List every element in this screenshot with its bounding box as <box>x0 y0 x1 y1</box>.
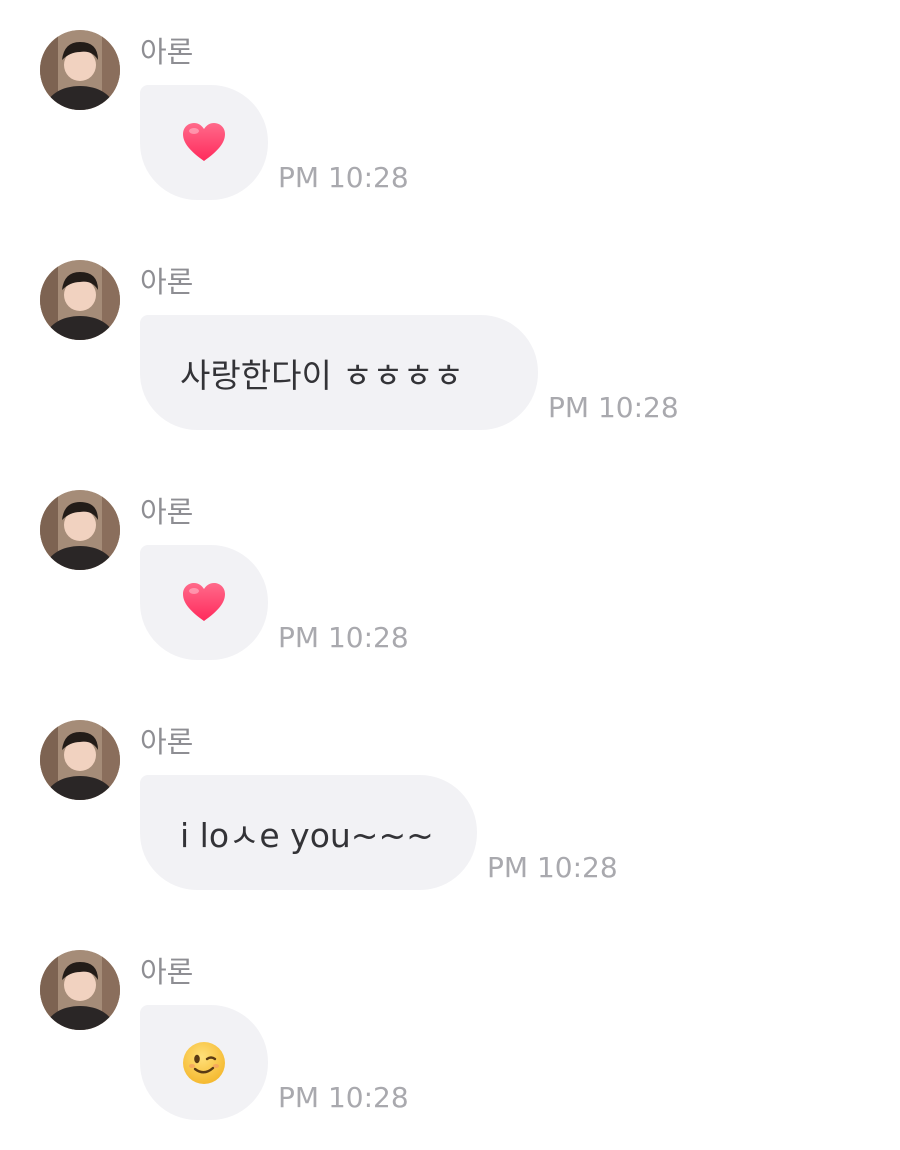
sender-name: 아론 <box>140 725 194 759</box>
message-bubble[interactable] <box>140 85 268 200</box>
profile-photo-icon <box>40 30 120 110</box>
avatar[interactable] <box>40 30 120 110</box>
sender-name: 아론 <box>140 495 194 529</box>
timestamp: PM 10:28 <box>278 1081 409 1114</box>
message-bubble[interactable]: i loㅅe you~~~ <box>140 775 477 890</box>
message-row: 아론 사랑한다이 ㅎㅎㅎㅎ PM 10:28 <box>0 230 900 460</box>
timestamp: PM 10:28 <box>548 391 679 424</box>
message-text: i loㅅe you~~~ <box>180 815 434 855</box>
profile-photo-icon <box>40 720 120 800</box>
profile-photo-icon <box>40 950 120 1030</box>
avatar[interactable] <box>40 720 120 800</box>
winking-face-emoji-icon <box>183 1041 225 1084</box>
message-text: 사랑한다이 ㅎㅎㅎㅎ <box>180 355 464 395</box>
sender-name: 아론 <box>140 265 194 299</box>
message-row: 아론 PM 10:28 <box>0 0 900 230</box>
message-row: 아론 PM 10:28 <box>0 920 900 1150</box>
avatar[interactable] <box>40 490 120 570</box>
message-bubble[interactable] <box>140 545 268 660</box>
profile-photo-icon <box>40 260 120 340</box>
heart-emoji-icon <box>183 582 225 621</box>
message-bubble[interactable]: 사랑한다이 ㅎㅎㅎㅎ <box>140 315 538 430</box>
timestamp: PM 10:28 <box>278 621 409 654</box>
chat-screen: { "messages": [ {"sender": "아론", "kind":… <box>0 0 900 1148</box>
avatar[interactable] <box>40 950 120 1030</box>
heart-emoji-icon <box>183 122 225 161</box>
avatar[interactable] <box>40 260 120 340</box>
sender-name: 아론 <box>140 35 194 69</box>
sender-name: 아론 <box>140 955 194 989</box>
message-bubble[interactable] <box>140 1005 268 1120</box>
message-row: 아론 PM 10:28 <box>0 460 900 690</box>
message-row: 아론 i loㅅe you~~~ PM 10:28 <box>0 690 900 920</box>
profile-photo-icon <box>40 490 120 570</box>
timestamp: PM 10:28 <box>487 851 618 884</box>
timestamp: PM 10:28 <box>278 161 409 194</box>
